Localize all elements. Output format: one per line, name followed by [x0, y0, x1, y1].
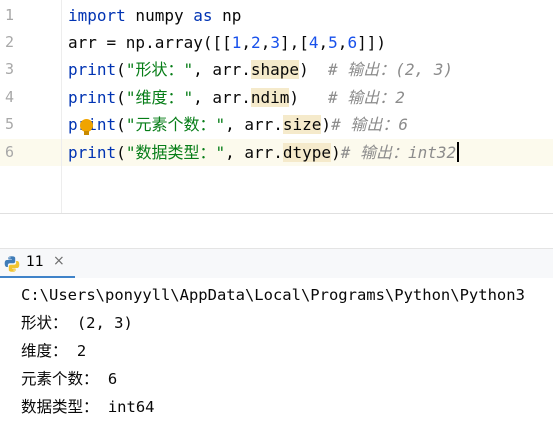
- attribute-token: size: [282, 115, 322, 134]
- console-output-line: 维度： 2: [21, 342, 87, 360]
- code-token: np: [212, 6, 242, 25]
- keyword-token: import: [68, 6, 126, 25]
- code-token: ): [321, 115, 332, 134]
- code-editor[interactable]: 1 2 3 4 5 6 import numpy as np arr = np.…: [0, 0, 553, 213]
- number-token: 4: [308, 33, 319, 52]
- line-number: 4: [4, 88, 14, 106]
- close-icon[interactable]: ×: [53, 253, 65, 269]
- keyword-token: print: [68, 88, 117, 107]
- console-output-line: 数据类型： int64: [21, 398, 155, 416]
- line-number: 5: [4, 115, 14, 133]
- attribute-token: shape: [250, 60, 300, 79]
- code-line-4[interactable]: print("维度：", arr.ndim) # 输出：2: [62, 84, 553, 111]
- run-console-output[interactable]: C:\Users\ponyyll\AppData\Local\Programs\…: [0, 278, 553, 431]
- line-number: 2: [4, 33, 14, 51]
- code-line-2[interactable]: arr = np.array([[1,2,3],[4,5,6]]): [62, 29, 553, 56]
- code-token: , arr.: [193, 60, 251, 79]
- line-number: 1: [4, 6, 14, 24]
- code-token: ],[: [279, 33, 309, 52]
- number-token: 6: [347, 33, 358, 52]
- code-token: ,: [241, 33, 252, 52]
- console-output-line: 形状： (2, 3): [21, 314, 133, 332]
- code-token: ): [289, 88, 328, 107]
- keyword-token: print: [68, 143, 117, 162]
- code-token: ,: [260, 33, 271, 52]
- code-token: (: [116, 88, 126, 107]
- line-number: 6: [4, 143, 14, 161]
- code-token: ,: [337, 33, 348, 52]
- attribute-token: ndim: [250, 88, 290, 107]
- console-output-line: 元素个数： 6: [21, 370, 118, 388]
- number-token: 2: [251, 33, 261, 52]
- string-token: "维度：": [125, 88, 194, 107]
- string-token: "数据类型：": [125, 143, 226, 162]
- comment-token: # 输出：int32: [340, 143, 457, 162]
- code-line-3[interactable]: print("形状：", arr.shape) # 输出：(2, 3): [62, 56, 553, 83]
- console-command-line: C:\Users\ponyyll\AppData\Local\Programs\…: [21, 286, 525, 304]
- editor-empty-area: [0, 214, 553, 248]
- code-token: (: [116, 115, 126, 134]
- string-token: "元素个数：": [125, 115, 226, 134]
- code-token: , arr.: [193, 88, 251, 107]
- python-icon: [4, 256, 20, 272]
- keyword-token: as: [193, 6, 213, 25]
- number-token: 3: [270, 33, 280, 52]
- keyword-token: print: [68, 60, 117, 79]
- code-token: ]]): [357, 33, 386, 52]
- run-tab-label[interactable]: 11: [26, 254, 44, 270]
- code-token: ): [299, 60, 328, 79]
- code-token: , arr.: [225, 143, 283, 162]
- comment-token: # 输出：(2, 3): [327, 60, 454, 79]
- code-line-1[interactable]: import numpy as np: [62, 2, 553, 29]
- code-token: numpy: [125, 6, 194, 25]
- run-tool-window-bar: 11 ×: [0, 248, 553, 279]
- text-caret: [457, 142, 460, 162]
- code-line-5[interactable]: print("元素个数：", arr.size)# 输出：6: [62, 111, 553, 138]
- code-token: (: [116, 143, 126, 162]
- line-number-gutter: 1 2 3 4 5 6: [0, 0, 62, 213]
- comment-token: # 输出：2: [327, 88, 405, 107]
- lightbulb-base: [84, 131, 89, 135]
- code-token: , arr.: [225, 115, 283, 134]
- number-token: 1: [231, 33, 242, 52]
- code-line-6[interactable]: print("数据类型：", arr.dtype)# 输出：int32: [62, 139, 553, 166]
- number-token: 5: [328, 33, 338, 52]
- code-token: arr = np.array([[: [68, 33, 232, 52]
- attribute-token: dtype: [282, 143, 332, 162]
- comment-token: # 输出：6: [331, 115, 408, 134]
- code-token: (: [116, 60, 126, 79]
- code-token: ): [331, 143, 341, 162]
- code-token: ,: [318, 33, 329, 52]
- line-number: 3: [4, 60, 14, 78]
- string-token: "形状：": [125, 60, 194, 79]
